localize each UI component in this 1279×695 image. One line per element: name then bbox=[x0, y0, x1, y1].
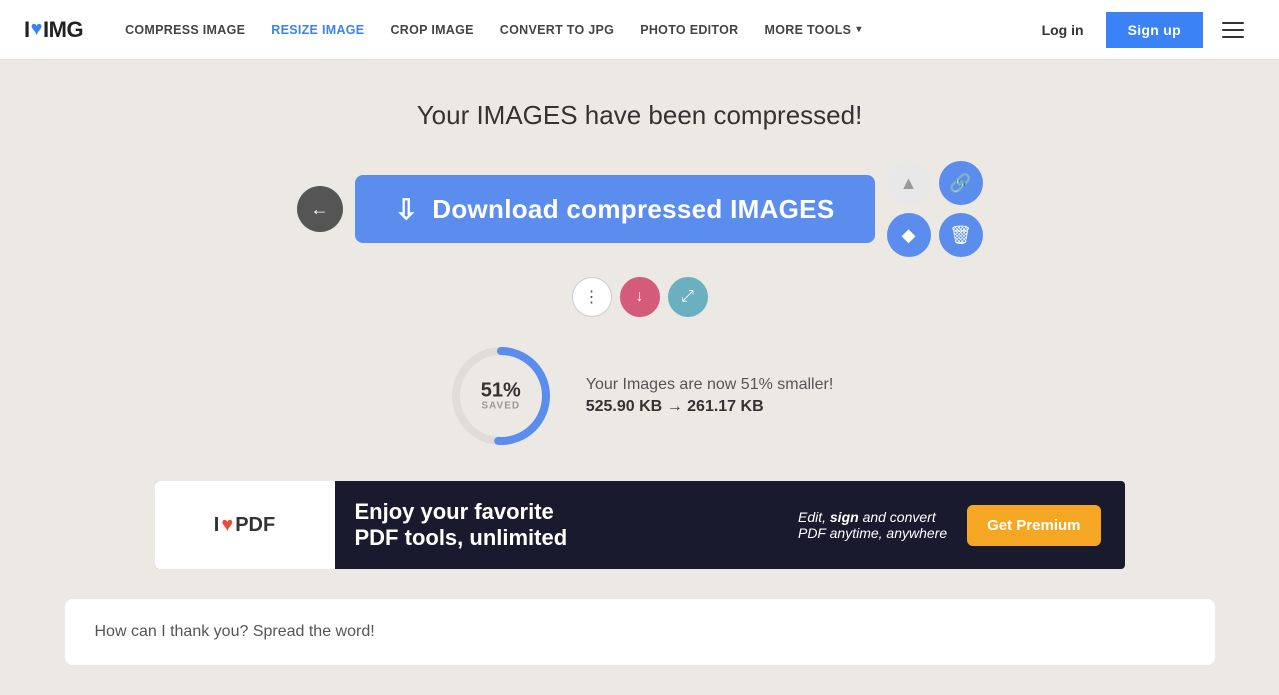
share-row-top: ▲ 🔗 bbox=[887, 161, 983, 205]
circle-text: 51% SAVED bbox=[481, 381, 521, 412]
logo-img: IMG bbox=[43, 17, 83, 43]
back-button[interactable]: ← bbox=[297, 186, 343, 232]
nav-resize[interactable]: RESIZE IMAGE bbox=[261, 17, 374, 43]
main-content: Your IMAGES have been compressed! ← ⇩ Do… bbox=[0, 60, 1279, 695]
hamburger-button[interactable] bbox=[1211, 8, 1255, 52]
circle-saved-label: SAVED bbox=[481, 401, 521, 412]
main-nav: COMPRESS IMAGE RESIZE IMAGE CROP IMAGE C… bbox=[115, 17, 1024, 43]
header: I♥IMG COMPRESS IMAGE RESIZE IMAGE CROP I… bbox=[0, 0, 1279, 60]
action-row: ← ⇩ Download compressed IMAGES ▲ 🔗 ◆ 🗑 bbox=[280, 161, 1000, 257]
mini-download-button[interactable]: ↓ bbox=[620, 277, 660, 317]
ad-logo-pdf: PDF bbox=[235, 514, 275, 537]
share-drive-button[interactable]: ▲ bbox=[887, 161, 931, 205]
share-dropbox-button[interactable]: ◆ bbox=[887, 213, 931, 257]
compressed-size: 261.17 KB bbox=[687, 398, 764, 415]
nav-more-tools[interactable]: MORE TOOLS ▾ bbox=[755, 17, 872, 43]
share-delete-button[interactable]: 🗑 bbox=[939, 213, 983, 257]
chevron-down-icon: ▾ bbox=[856, 24, 861, 35]
ad-sign-text: sign bbox=[830, 509, 859, 525]
download-label: Download compressed IMAGES bbox=[432, 194, 834, 225]
mini-actions: ⋮ ↓ ⤢ bbox=[572, 277, 708, 317]
success-title: Your IMAGES have been compressed! bbox=[417, 100, 863, 131]
stats-description: Your Images are now 51% smaller! bbox=[586, 376, 834, 394]
arrow-icon: → bbox=[667, 398, 687, 415]
nav-convert[interactable]: CONVERT TO JPG bbox=[490, 17, 624, 43]
drive-icon: ▲ bbox=[900, 173, 918, 194]
nav-compress[interactable]: COMPRESS IMAGE bbox=[115, 17, 255, 43]
dropbox-icon: ◆ bbox=[902, 225, 916, 246]
logo[interactable]: I♥IMG bbox=[24, 17, 83, 43]
back-arrow-icon: ← bbox=[311, 199, 329, 220]
ad-logo: I ♥ PDF bbox=[214, 514, 275, 537]
ad-right-text: Edit, sign and convert PDF anytime, anyw… bbox=[798, 509, 947, 541]
progress-circle: 51% SAVED bbox=[446, 341, 556, 451]
nav-photo-editor[interactable]: PHOTO EDITOR bbox=[630, 17, 748, 43]
nav-crop[interactable]: CROP IMAGE bbox=[380, 17, 483, 43]
mini-expand-button[interactable]: ⤢ bbox=[668, 277, 708, 317]
ad-right-section: Edit, sign and convert PDF anytime, anyw… bbox=[774, 505, 1125, 546]
ad-main-text: Enjoy your favorite PDF tools, unlimited bbox=[335, 499, 774, 552]
logo-i: I bbox=[24, 17, 30, 43]
original-size: 525.90 KB bbox=[586, 398, 663, 415]
share-link-button[interactable]: 🔗 bbox=[939, 161, 983, 205]
mini-more-button[interactable]: ⋮ bbox=[572, 277, 612, 317]
signup-button[interactable]: Sign up bbox=[1106, 12, 1203, 48]
ad-title: Enjoy your favorite PDF tools, unlimited bbox=[355, 499, 754, 552]
mini-download-icon: ↓ bbox=[636, 288, 644, 306]
ad-logo-section: I ♥ PDF bbox=[155, 481, 335, 569]
login-button[interactable]: Log in bbox=[1024, 14, 1102, 46]
hamburger-line-3 bbox=[1222, 36, 1244, 38]
download-icon: ⇩ bbox=[395, 193, 419, 226]
share-buttons: ▲ 🔗 ◆ 🗑 bbox=[887, 161, 983, 257]
logo-heart: ♥ bbox=[31, 18, 42, 41]
ad-logo-i: I bbox=[214, 514, 220, 537]
mini-expand-icon: ⤢ bbox=[681, 288, 694, 306]
bottom-card: How can I thank you? Spread the word! bbox=[65, 599, 1215, 665]
hamburger-line-2 bbox=[1222, 29, 1244, 31]
link-icon: 🔗 bbox=[949, 173, 971, 194]
stats-row: 51% SAVED Your Images are now 51% smalle… bbox=[446, 341, 834, 451]
more-dots-icon: ⋮ bbox=[584, 287, 600, 307]
ad-premium-button[interactable]: Get Premium bbox=[967, 505, 1100, 546]
download-button[interactable]: ⇩ Download compressed IMAGES bbox=[355, 175, 875, 243]
circle-percent: 51% bbox=[481, 381, 521, 401]
delete-icon: 🗑 bbox=[949, 225, 972, 246]
header-actions: Log in Sign up bbox=[1024, 8, 1255, 52]
stats-text: Your Images are now 51% smaller! 525.90 … bbox=[586, 376, 834, 416]
share-row-bottom: ◆ 🗑 bbox=[887, 213, 983, 257]
ad-banner: I ♥ PDF Enjoy your favorite PDF tools, u… bbox=[155, 481, 1125, 569]
stats-sizes: 525.90 KB → 261.17 KB bbox=[586, 398, 834, 416]
hamburger-line-1 bbox=[1222, 22, 1244, 24]
ad-logo-heart-icon: ♥ bbox=[221, 514, 233, 537]
